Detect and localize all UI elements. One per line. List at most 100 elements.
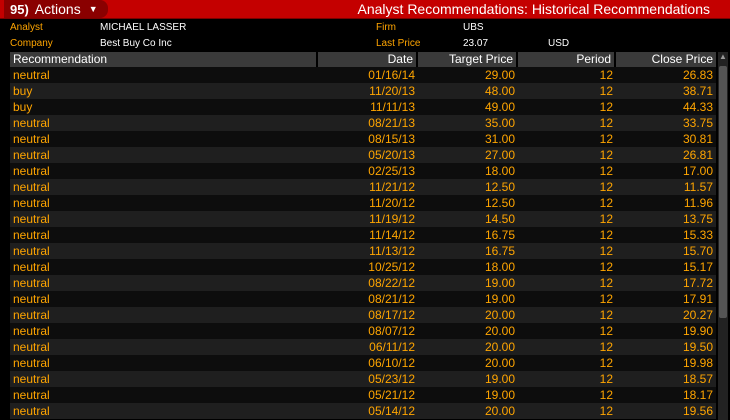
firm-label: Firm bbox=[376, 22, 396, 33]
close-price-cell: 17.91 bbox=[682, 292, 713, 306]
table-row[interactable]: neutral 05/14/12 20.00 12 19.56 bbox=[10, 403, 716, 419]
scroll-thumb[interactable] bbox=[719, 66, 727, 318]
recommendation-cell: neutral bbox=[13, 324, 50, 338]
date-cell: 11/20/13 bbox=[369, 84, 415, 98]
target-price-cell: 12.50 bbox=[484, 196, 515, 210]
period-cell: 12 bbox=[599, 84, 613, 98]
close-price-cell: 17.00 bbox=[682, 164, 713, 178]
period-cell: 12 bbox=[599, 116, 613, 130]
recommendation-cell: neutral bbox=[13, 228, 50, 242]
table-row[interactable]: neutral 05/20/13 27.00 12 26.81 bbox=[10, 147, 716, 163]
close-price-cell: 19.50 bbox=[682, 340, 713, 354]
scroll-up-arrow-icon[interactable]: ▲ bbox=[718, 52, 728, 62]
table-row[interactable]: neutral 02/25/13 18.00 12 17.00 bbox=[10, 163, 716, 179]
target-price-cell: 29.00 bbox=[484, 68, 515, 82]
close-price-cell: 15.33 bbox=[682, 228, 713, 242]
table-row[interactable]: buy 11/11/13 49.00 12 44.33 bbox=[10, 99, 716, 115]
analyst-label: Analyst bbox=[10, 22, 43, 33]
target-price-cell: 18.00 bbox=[484, 164, 515, 178]
period-cell: 12 bbox=[599, 180, 613, 194]
date-cell: 11/14/12 bbox=[369, 228, 415, 242]
period-cell: 12 bbox=[599, 148, 613, 162]
table-body: neutral 01/16/14 29.00 12 26.83 buy 11/20/13 48… bbox=[10, 67, 716, 420]
table-row[interactable]: neutral 08/21/12 19.00 12 17.91 bbox=[10, 291, 716, 307]
date-cell: 05/20/13 bbox=[368, 148, 415, 162]
column-header-period[interactable]: Period bbox=[518, 52, 616, 67]
column-header-target-price[interactable]: Target Price bbox=[418, 52, 518, 67]
recommendation-cell: neutral bbox=[13, 132, 50, 146]
target-price-cell: 20.00 bbox=[484, 404, 515, 418]
analyst-value: MICHAEL LASSER bbox=[100, 22, 187, 33]
recommendation-cell: neutral bbox=[13, 180, 50, 194]
table-row[interactable]: neutral 05/21/12 19.00 12 18.17 bbox=[10, 387, 716, 403]
recommendation-cell: neutral bbox=[13, 68, 50, 82]
table-row[interactable]: neutral 08/15/13 31.00 12 30.81 bbox=[10, 131, 716, 147]
table-row[interactable]: neutral 06/10/12 20.00 12 19.98 bbox=[10, 355, 716, 371]
last-price-value: 23.07 bbox=[463, 38, 489, 49]
recommendation-cell: buy bbox=[13, 100, 33, 114]
table-row[interactable]: neutral 11/13/12 16.75 12 15.70 bbox=[10, 243, 716, 259]
date-cell: 11/13/12 bbox=[369, 244, 415, 258]
period-cell: 12 bbox=[599, 292, 613, 306]
table-row[interactable]: buy 11/20/13 48.00 12 38.71 bbox=[10, 83, 716, 99]
table-header: Recommendation Date Target Price Period … bbox=[10, 52, 716, 67]
date-cell: 10/25/12 bbox=[368, 260, 415, 274]
vertical-scrollbar[interactable]: ▲ bbox=[718, 52, 728, 420]
recommendation-cell: neutral bbox=[13, 116, 50, 130]
close-price-cell: 38.71 bbox=[682, 84, 713, 98]
close-price-cell: 13.75 bbox=[682, 212, 713, 226]
table-row[interactable]: neutral 08/21/13 35.00 12 33.75 bbox=[10, 115, 716, 131]
close-price-cell: 15.17 bbox=[682, 260, 713, 274]
table-row[interactable]: neutral 08/17/12 20.00 12 20.27 bbox=[10, 307, 716, 323]
date-cell: 05/14/12 bbox=[368, 404, 415, 418]
column-header-close-price[interactable]: Close Price bbox=[616, 52, 716, 67]
close-price-cell: 19.98 bbox=[682, 356, 713, 370]
date-cell: 08/21/13 bbox=[368, 116, 415, 130]
period-cell: 12 bbox=[599, 244, 613, 258]
period-cell: 12 bbox=[599, 68, 613, 82]
period-cell: 12 bbox=[599, 132, 613, 146]
actions-menu-button[interactable]: 95) Actions ▼ bbox=[4, 0, 108, 18]
target-price-cell: 27.00 bbox=[484, 148, 515, 162]
currency-value: USD bbox=[548, 38, 570, 49]
actions-label: Actions bbox=[34, 1, 81, 17]
date-cell: 06/11/12 bbox=[369, 340, 415, 354]
table-row[interactable]: neutral 11/19/12 14.50 12 13.75 bbox=[10, 211, 716, 227]
table-row[interactable]: neutral 11/21/12 12.50 12 11.57 bbox=[10, 179, 716, 195]
recommendation-cell: neutral bbox=[13, 292, 50, 306]
close-price-cell: 18.17 bbox=[682, 388, 713, 402]
date-cell: 05/23/12 bbox=[368, 372, 415, 386]
table-row[interactable]: neutral 11/20/12 12.50 12 11.96 bbox=[10, 195, 716, 211]
recommendation-cell: neutral bbox=[13, 196, 50, 210]
date-cell: 08/21/12 bbox=[368, 292, 415, 306]
table-row[interactable]: neutral 08/07/12 20.00 12 19.90 bbox=[10, 323, 716, 339]
table-row[interactable]: neutral 08/22/12 19.00 12 17.72 bbox=[10, 275, 716, 291]
table-row[interactable]: neutral 11/14/12 16.75 12 15.33 bbox=[10, 227, 716, 243]
recommendation-cell: neutral bbox=[13, 164, 50, 178]
period-cell: 12 bbox=[599, 100, 613, 114]
target-price-cell: 12.50 bbox=[484, 180, 515, 194]
close-price-cell: 30.81 bbox=[682, 132, 713, 146]
date-cell: 11/21/12 bbox=[369, 180, 415, 194]
table-row[interactable]: neutral 10/25/12 18.00 12 15.17 bbox=[10, 259, 716, 275]
company-value: Best Buy Co Inc bbox=[100, 38, 172, 49]
actions-code: 95) bbox=[10, 1, 29, 17]
table-row[interactable]: neutral 01/16/14 29.00 12 26.83 bbox=[10, 67, 716, 83]
date-cell: 05/21/12 bbox=[368, 388, 415, 402]
column-header-date[interactable]: Date bbox=[318, 52, 418, 67]
close-price-cell: 33.75 bbox=[682, 116, 713, 130]
close-price-cell: 26.83 bbox=[682, 68, 713, 82]
column-header-recommendation[interactable]: Recommendation bbox=[10, 52, 318, 67]
date-cell: 02/25/13 bbox=[368, 164, 415, 178]
target-price-cell: 19.00 bbox=[484, 276, 515, 290]
period-cell: 12 bbox=[599, 228, 613, 242]
date-cell: 11/19/12 bbox=[369, 212, 415, 226]
close-price-cell: 19.90 bbox=[682, 324, 713, 338]
period-cell: 12 bbox=[599, 260, 613, 274]
table-row[interactable]: neutral 05/23/12 19.00 12 18.57 bbox=[10, 371, 716, 387]
target-price-cell: 49.00 bbox=[484, 100, 515, 114]
app-window: 95) Actions ▼ Analyst Recommendations: H… bbox=[0, 0, 730, 420]
table-row[interactable]: neutral 06/11/12 20.00 12 19.50 bbox=[10, 339, 716, 355]
close-price-cell: 19.56 bbox=[682, 404, 713, 418]
target-price-cell: 48.00 bbox=[484, 84, 515, 98]
